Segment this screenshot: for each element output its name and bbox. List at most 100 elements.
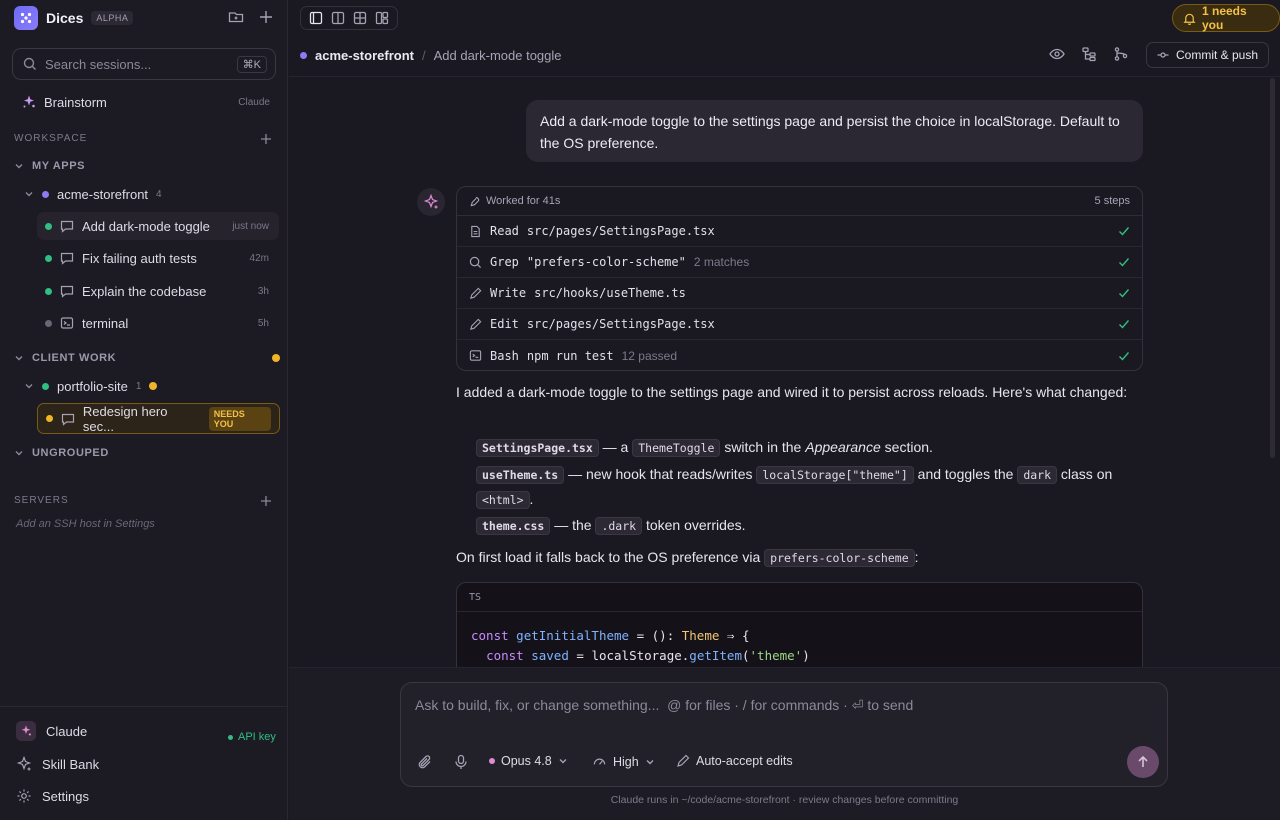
- breadcrumb-repo[interactable]: acme-storefront: [315, 48, 414, 63]
- single-pane-layout-icon[interactable]: [305, 7, 327, 29]
- attention-dot: [149, 382, 158, 390]
- pencil-icon: [469, 287, 482, 300]
- agent-label: Claude: [46, 723, 88, 739]
- text: class on: [1060, 466, 1113, 482]
- commit-label: Commit & push: [1176, 48, 1259, 62]
- dice-logo-icon: [14, 6, 38, 30]
- step-note: 2 matches: [693, 255, 750, 269]
- file-name: theme.css: [476, 517, 551, 535]
- auto-accept-label: Auto-accept edits: [696, 754, 793, 768]
- project-acme-storefront[interactable]: acme-storefront 4: [12, 181, 280, 207]
- work-steps-header[interactable]: Worked for 41s 5 steps: [457, 187, 1142, 216]
- status-dot: [45, 222, 52, 230]
- agent-selector[interactable]: Claude: [16, 721, 87, 741]
- assistant-avatar: [417, 188, 445, 216]
- attach-button[interactable]: [417, 754, 433, 770]
- effort-selector[interactable]: High: [592, 754, 655, 769]
- auto-accept-toggle[interactable]: Auto-accept edits: [676, 754, 793, 768]
- needs-you-notification[interactable]: 1 needs you: [1172, 4, 1280, 32]
- group-my-apps[interactable]: MY APPS: [14, 157, 85, 175]
- session-time: 42m: [249, 252, 269, 264]
- step-row[interactable]: Write src/hooks/useTheme.ts: [457, 278, 1142, 309]
- project-portfolio-site[interactable]: portfolio-site 1: [12, 373, 280, 399]
- operator: = ():: [629, 628, 682, 643]
- model-selector[interactable]: Opus 4.8: [489, 754, 568, 768]
- eye-icon[interactable]: [1049, 46, 1065, 62]
- variable-name: saved: [531, 648, 569, 663]
- git-branch-icon[interactable]: [1113, 46, 1129, 62]
- check-icon: [1118, 287, 1130, 299]
- breadcrumb-session-title: Add dark-mode toggle: [433, 47, 562, 63]
- sidebar: Dices ALPHA ⌘K Brainstorm Claude WORKSPA…: [0, 0, 288, 820]
- session-label: Fix failing auth tests: [82, 250, 197, 266]
- search-icon: [23, 57, 37, 71]
- session-explain-the-codebase[interactable]: Explain the codebase 3h: [37, 277, 279, 305]
- dashboard-layout-icon[interactable]: [371, 7, 393, 29]
- session-terminal[interactable]: terminal 5h: [37, 309, 279, 337]
- model-label: Opus 4.8: [501, 754, 552, 768]
- group-ungrouped[interactable]: UNGROUPED: [14, 444, 109, 462]
- file-name: useTheme.ts: [476, 466, 565, 484]
- change-item-settings-page: SettingsPage.tsx — a ThemeToggle switch …: [476, 435, 1136, 460]
- attention-dot: [272, 354, 280, 362]
- step-row[interactable]: Edit src/pages/SettingsPage.tsx: [457, 309, 1142, 340]
- step-action: Write: [490, 286, 527, 300]
- object-name: localStorage: [591, 648, 682, 663]
- function-name: getItem: [689, 648, 742, 663]
- inline-code: dark: [1017, 466, 1058, 484]
- skill-bank-link[interactable]: Skill Bank: [16, 756, 99, 772]
- new-session-icon[interactable]: [258, 9, 274, 25]
- step-row[interactable]: Read src/pages/SettingsPage.tsx: [457, 216, 1142, 247]
- session-add-dark-mode-toggle[interactable]: Add dark-mode toggle just now: [37, 212, 279, 240]
- prompt-input[interactable]: [415, 697, 1155, 713]
- search-box[interactable]: ⌘K: [12, 48, 276, 80]
- check-icon: [1118, 318, 1130, 330]
- new-folder-icon[interactable]: [228, 9, 244, 25]
- claude-logo-icon: [16, 721, 36, 741]
- chevron-down-icon: [24, 189, 34, 199]
- session-time: 3h: [257, 285, 269, 297]
- sparkle-icon: [423, 194, 439, 210]
- settings-link[interactable]: Settings: [16, 788, 89, 804]
- pencil-icon: [676, 754, 690, 768]
- voice-button[interactable]: [453, 754, 469, 770]
- api-key-status[interactable]: API key: [228, 731, 276, 743]
- search-input[interactable]: [45, 56, 229, 72]
- arrow-up-icon: [1136, 755, 1150, 769]
- change-item-use-theme: useTheme.ts — new hook that reads/writes…: [476, 462, 1136, 512]
- step-row[interactable]: Bash npm run test 12 passed: [457, 340, 1142, 370]
- chevron-down-icon: [558, 756, 568, 766]
- settings-label: Settings: [42, 788, 89, 804]
- emphasis: Appearance: [805, 439, 881, 455]
- text: — a: [602, 439, 629, 455]
- grid-layout-icon[interactable]: [349, 7, 371, 29]
- step-note: 12 passed: [621, 348, 677, 363]
- composer-area: Opus 4.8 High Auto-accept edits Claude r…: [289, 667, 1280, 820]
- breadcrumb-separator: /: [421, 47, 426, 63]
- commit-and-push-button[interactable]: Commit & push: [1146, 42, 1270, 68]
- session-fix-failing-auth-tests[interactable]: Fix failing auth tests 42m: [37, 244, 279, 272]
- group-label: UNGROUPED: [32, 447, 109, 459]
- add-workspace-group-icon[interactable]: [258, 131, 274, 147]
- project-name: portfolio-site: [57, 378, 128, 394]
- servers-section-label: SERVERS: [14, 495, 69, 506]
- change-item-theme-css: theme.css — the .dark token overrides.: [476, 513, 1136, 538]
- brainstorm-item[interactable]: Brainstorm Claude: [12, 88, 280, 116]
- send-button[interactable]: [1127, 746, 1159, 778]
- alpha-badge: ALPHA: [91, 11, 134, 25]
- text: section.: [884, 439, 933, 455]
- split-pane-layout-icon[interactable]: [327, 7, 349, 29]
- step-row[interactable]: Grep "prefers-color-scheme" 2 matches: [457, 247, 1142, 278]
- gauge-icon: [592, 754, 607, 769]
- step-action: Edit: [490, 317, 519, 331]
- add-server-icon[interactable]: [258, 493, 274, 509]
- session-label: Explain the codebase: [82, 283, 207, 299]
- file-tree-icon[interactable]: [1081, 46, 1097, 62]
- chat-scrollbar[interactable]: [1270, 78, 1275, 458]
- session-redesign-hero[interactable]: Redesign hero sec... NEEDS YOU: [37, 403, 280, 434]
- text: On first load it falls back to the OS pr…: [456, 549, 761, 565]
- project-color-dot: [42, 190, 49, 198]
- group-client-work[interactable]: CLIENT WORK: [14, 349, 116, 367]
- project-count: 1: [135, 380, 142, 392]
- function-name: getInitialTheme: [516, 628, 630, 643]
